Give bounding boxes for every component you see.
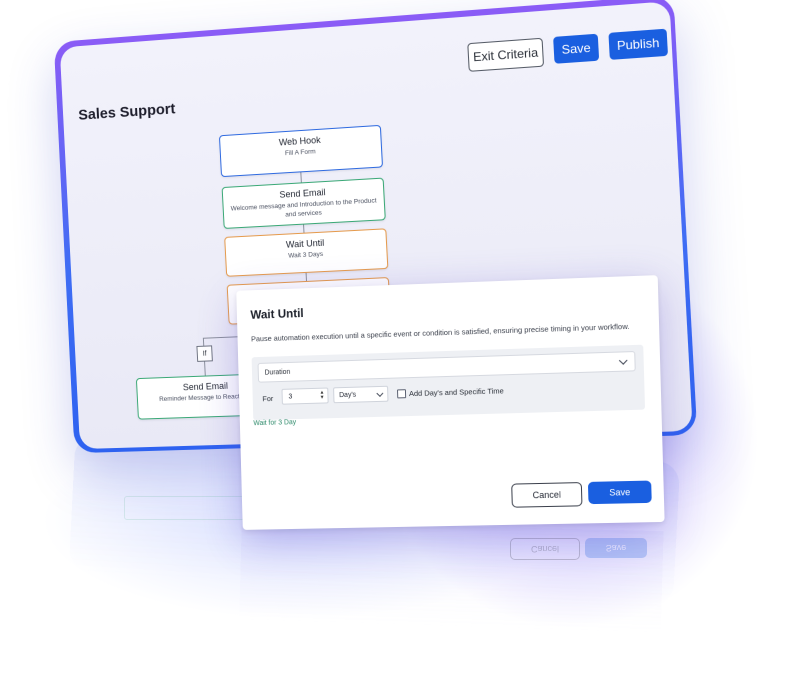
wait-config-panel: Duration For 3 ▲ ▼ Day's Add Day's and Sp… [251,344,646,421]
save-button[interactable]: Save [587,480,652,505]
workflow-node-wait-until[interactable]: Wait Until Wait 3 Days [224,228,389,277]
cancel-button[interactable]: Cancel [511,482,583,508]
stage: Cancel Save Sales Support Exit Criteria … [0,0,800,692]
save-workflow-button[interactable]: Save [553,33,600,64]
modal-description: Pause automation execution until a speci… [250,321,630,344]
condition-type-value: Duration [264,368,291,377]
duration-amount-stepper[interactable]: 3 ▲ ▼ [281,387,329,405]
save-button-reflection: Save [585,538,647,558]
page-title: Sales Support [77,100,176,124]
wait-until-modal: Wait Until Pause automation execution un… [236,275,665,530]
branch-if-tag[interactable]: If [196,345,213,362]
chevron-down-icon [376,389,384,397]
add-specific-time-label: Add Day's and Specific Time [408,386,504,399]
workflow-node-send-email[interactable]: Send Email Welcome message and Introduct… [221,177,386,229]
add-specific-time-checkbox[interactable] [397,389,407,399]
modal-title: Wait Until [250,306,304,322]
duration-unit-value: Day's [339,391,357,399]
cancel-button-reflection: Cancel [510,538,580,560]
wait-summary-text: Wait for 3 Day [253,419,297,428]
duration-amount-value: 3 [288,393,293,401]
condition-type-select[interactable]: Duration [257,351,636,383]
exit-criteria-button[interactable]: Exit Criteria [467,37,545,72]
duration-unit-select[interactable]: Day's [333,385,389,404]
workflow-node-webhook[interactable]: Web Hook Fill A Form [218,124,384,178]
publish-button[interactable]: Publish [608,28,669,60]
for-label: For [262,394,274,404]
chevron-down-icon [618,356,628,365]
stepper-arrows-icon[interactable]: ▲ ▼ [320,390,325,401]
